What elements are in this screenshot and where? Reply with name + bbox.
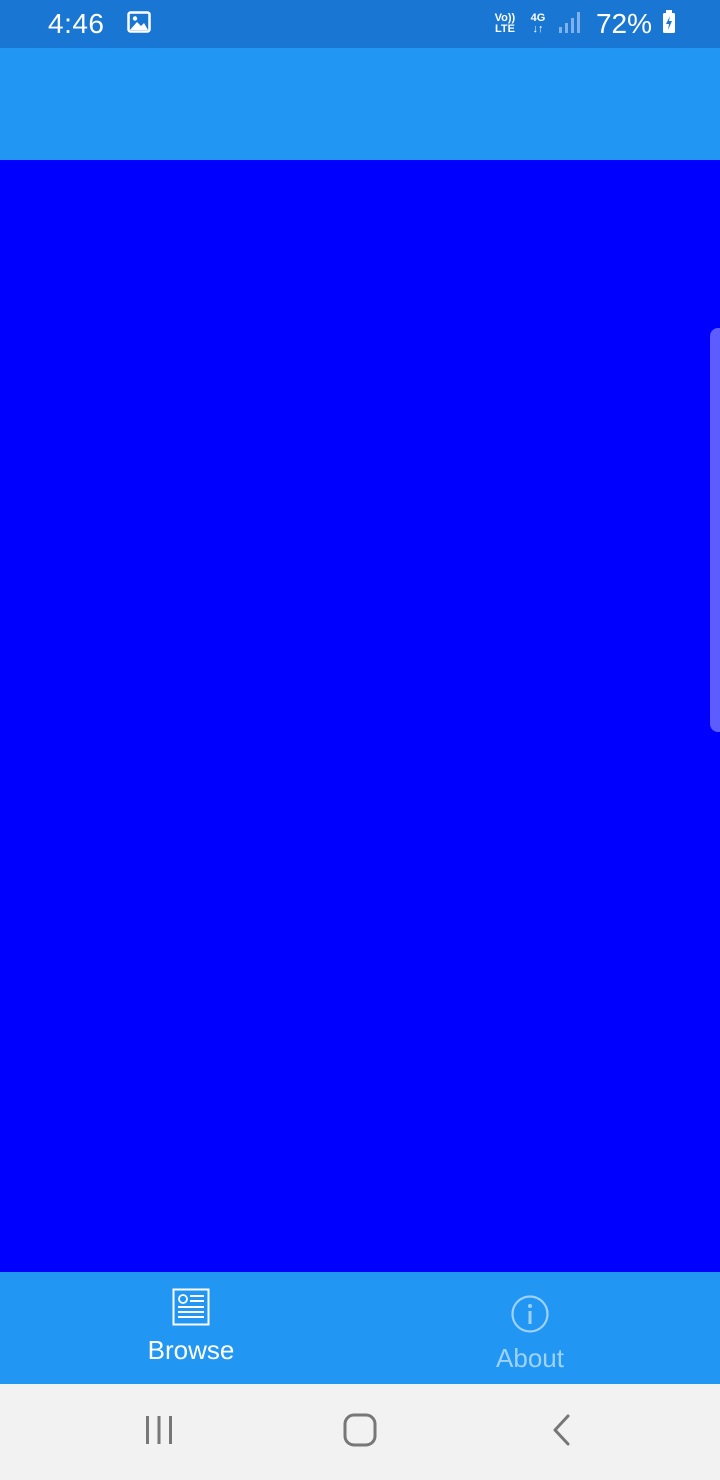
battery-charging-icon <box>662 9 676 39</box>
tab-about[interactable]: About <box>382 1272 678 1384</box>
volte-bottom: LTE <box>494 23 515 35</box>
tab-browse-label: Browse <box>147 1335 235 1365</box>
battery-percent: 72% <box>595 8 652 39</box>
app-screen: 4:46 Vo)) LTE 4G ↓↑ 72% Browse About <box>0 0 720 1480</box>
gallery-icon <box>126 10 151 38</box>
system-nav-bar <box>0 1384 720 1480</box>
status-time: 4:46 <box>48 8 105 39</box>
data-arrows-icon: ↓↑ <box>532 23 544 35</box>
network-4g-icon: 4G ↓↑ <box>528 13 548 35</box>
volte-icon: Vo)) LTE <box>492 13 518 35</box>
status-bar: 4:46 Vo)) LTE 4G ↓↑ 72% <box>0 0 720 48</box>
home-icon <box>342 1412 378 1453</box>
browse-icon <box>172 1288 210 1331</box>
app-bar <box>0 48 720 160</box>
status-right: Vo)) LTE 4G ↓↑ 72% <box>492 8 676 40</box>
home-button[interactable] <box>336 1408 384 1456</box>
tab-browse[interactable]: Browse <box>0 1272 382 1384</box>
main-content <box>0 160 720 1272</box>
recent-apps-button[interactable] <box>135 1408 183 1456</box>
recent-apps-icon <box>143 1414 175 1451</box>
signal-icon <box>558 10 584 39</box>
status-left: 4:46 <box>48 8 151 40</box>
back-button[interactable] <box>538 1408 586 1456</box>
tab-about-label: About <box>496 1343 564 1373</box>
info-icon <box>510 1294 550 1339</box>
back-icon <box>550 1414 574 1451</box>
bottom-nav: Browse About <box>0 1272 720 1384</box>
edge-panel-handle[interactable] <box>710 328 720 732</box>
